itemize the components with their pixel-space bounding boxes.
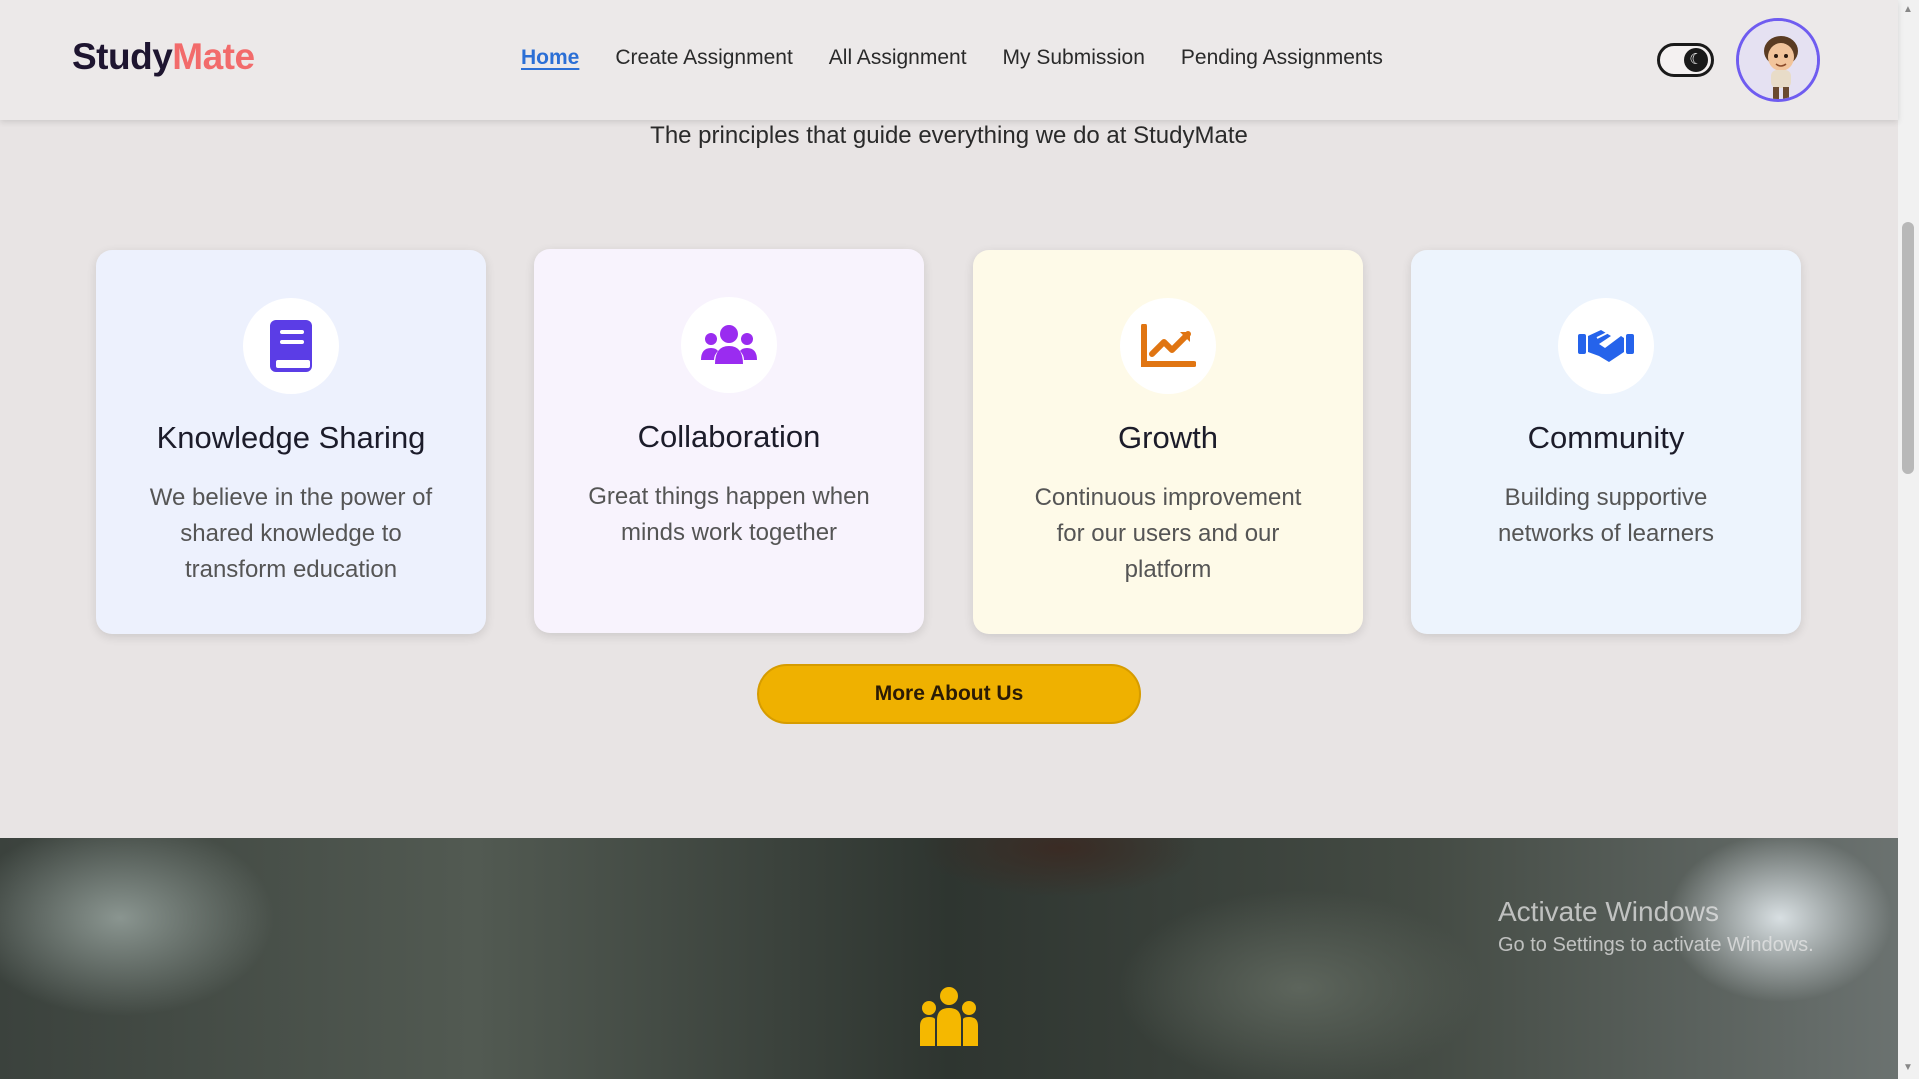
- nav-my-submission[interactable]: My Submission: [1003, 46, 1145, 70]
- value-card-knowledge-sharing: Knowledge Sharing We believe in the powe…: [96, 250, 486, 634]
- card-title: Growth: [1118, 420, 1218, 455]
- scroll-up-arrow-icon[interactable]: ▲: [1903, 4, 1913, 15]
- user-avatar[interactable]: [1736, 18, 1820, 102]
- value-card-growth: Growth Continuous improvement for our us…: [973, 250, 1363, 634]
- page: StudyMate Home Create Assignment All Ass…: [0, 0, 1919, 1079]
- value-card-collaboration: Collaboration Great things happen when m…: [534, 249, 924, 633]
- hero-image-section: [0, 838, 1898, 1079]
- values-subtitle: The principles that guide everything we …: [650, 122, 1248, 149]
- more-about-us-button[interactable]: More About Us: [757, 664, 1141, 724]
- nav-pending-assignments[interactable]: Pending Assignments: [1181, 46, 1383, 70]
- scroll-down-arrow-icon[interactable]: ▼: [1903, 1062, 1913, 1073]
- card-text: Building supportive networks of learners: [1497, 484, 1715, 547]
- group-icon: [918, 986, 980, 1053]
- card-text: We believe in the power of shared knowle…: [149, 484, 433, 583]
- activate-windows-watermark: Activate Windows Go to Settings to activ…: [1498, 896, 1814, 957]
- avatar-illustration: [1739, 21, 1817, 99]
- card-title: Community: [1527, 420, 1685, 455]
- scrollbar-thumb[interactable]: [1902, 222, 1914, 474]
- card-title: Knowledge Sharing: [156, 420, 426, 455]
- handshake-icon: [1558, 298, 1654, 394]
- users-icon: [681, 297, 777, 393]
- chart-line-icon: [1120, 298, 1216, 394]
- nav-create-assignment[interactable]: Create Assignment: [615, 46, 792, 70]
- watermark-title: Activate Windows: [1498, 896, 1719, 927]
- theme-toggle[interactable]: ☾: [1657, 43, 1714, 77]
- nav-all-assignment[interactable]: All Assignment: [829, 46, 967, 70]
- card-text: Continuous improvement for our users and…: [1034, 484, 1302, 583]
- book-icon: [243, 298, 339, 394]
- nav-home[interactable]: Home: [521, 46, 579, 70]
- brand-logo[interactable]: StudyMate: [72, 36, 255, 78]
- navbar: StudyMate Home Create Assignment All Ass…: [0, 0, 1898, 120]
- moon-icon: ☾: [1684, 48, 1708, 72]
- watermark-subtitle: Go to Settings to activate Windows.: [1498, 934, 1814, 956]
- brand-part-mate: Mate: [172, 36, 255, 77]
- card-title: Collaboration: [637, 419, 821, 454]
- value-card-community: Community Building supportive networks o…: [1411, 250, 1801, 634]
- page-scrollbar[interactable]: ▲ ▼: [1898, 0, 1919, 1079]
- brand-part-study: Study: [72, 36, 173, 77]
- card-text: Great things happen when minds work toge…: [588, 483, 870, 546]
